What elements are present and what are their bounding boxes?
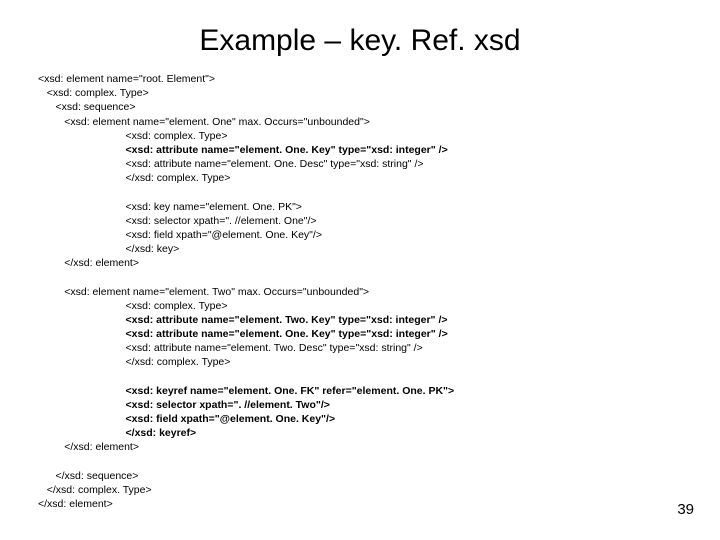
- slide-title: Example – key. Ref. xsd: [38, 24, 682, 58]
- code-line: <xsd: element name="element. Two" max. O…: [38, 285, 682, 299]
- code-line: <xsd: complex. Type>: [38, 86, 682, 100]
- code-line: <xsd: complex. Type>: [38, 129, 682, 143]
- code-line: [38, 185, 682, 199]
- code-line: </xsd: complex. Type>: [38, 355, 682, 369]
- code-line: </xsd: keyref>: [38, 426, 682, 440]
- code-line: </xsd: complex. Type>: [38, 171, 682, 185]
- code-line: [38, 270, 682, 284]
- code-line: <xsd: field xpath="@element. One. Key"/>: [38, 412, 682, 426]
- xsd-code-block: <xsd: element name="root. Element"> <xsd…: [38, 72, 682, 511]
- code-line: </xsd: element>: [38, 497, 682, 511]
- code-line: <xsd: attribute name="element. One. Key"…: [38, 327, 682, 341]
- code-line: <xsd: element name="root. Element">: [38, 72, 682, 86]
- code-line: </xsd: element>: [38, 440, 682, 454]
- code-line: <xsd: selector xpath=". //element. One"/…: [38, 214, 682, 228]
- code-line: </xsd: key>: [38, 242, 682, 256]
- code-line: <xsd: attribute name="element. Two. Desc…: [38, 341, 682, 355]
- code-line: </xsd: sequence>: [38, 469, 682, 483]
- code-line: </xsd: complex. Type>: [38, 483, 682, 497]
- page-number: 39: [677, 501, 694, 518]
- code-line: [38, 455, 682, 469]
- code-line: <xsd: element name="element. One" max. O…: [38, 115, 682, 129]
- slide: Example – key. Ref. xsd <xsd: element na…: [0, 0, 720, 511]
- code-line: <xsd: attribute name="element. One. Key"…: [38, 143, 682, 157]
- code-line: <xsd: selector xpath=". //element. Two"/…: [38, 398, 682, 412]
- code-line: <xsd: key name="element. One. PK">: [38, 200, 682, 214]
- code-line: </xsd: element>: [38, 256, 682, 270]
- code-line: <xsd: attribute name="element. Two. Key"…: [38, 313, 682, 327]
- code-line: <xsd: complex. Type>: [38, 299, 682, 313]
- code-line: <xsd: sequence>: [38, 100, 682, 114]
- code-line: [38, 370, 682, 384]
- code-line: <xsd: attribute name="element. One. Desc…: [38, 157, 682, 171]
- code-line: <xsd: keyref name="element. One. FK" ref…: [38, 384, 682, 398]
- code-line: <xsd: field xpath="@element. One. Key"/>: [38, 228, 682, 242]
